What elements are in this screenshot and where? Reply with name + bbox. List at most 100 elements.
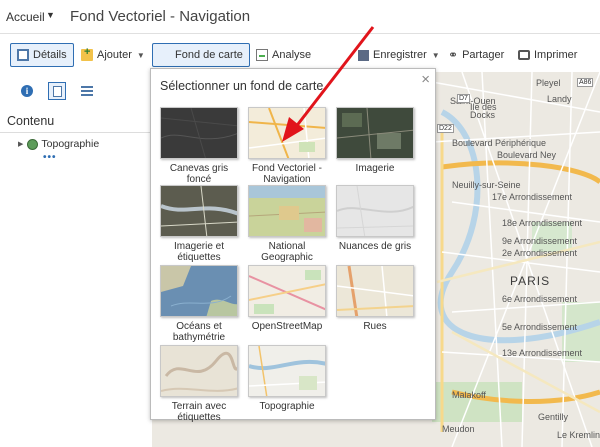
expand-triangle-icon[interactable]: ▶ bbox=[18, 140, 23, 148]
app-header: Accueil ▼ Fond Vectoriel - Navigation bbox=[0, 0, 600, 34]
share-icon: ⚭ bbox=[448, 48, 459, 62]
analysis-button[interactable]: Analyse bbox=[250, 43, 317, 67]
print-button[interactable]: Imprimer bbox=[512, 43, 583, 67]
basemap-terrain-labels[interactable]: Terrain avec étiquettes bbox=[157, 345, 241, 423]
save-button[interactable]: Enregistrer ▼ bbox=[352, 43, 446, 67]
map-label-arr17: 17e Arrondissement bbox=[492, 192, 573, 202]
home-caret-icon[interactable]: ▼ bbox=[46, 10, 55, 20]
basemap-imagery-labels[interactable]: Imagerie et étiquettes bbox=[157, 185, 241, 263]
basemap-label: Nuances de gris bbox=[338, 241, 412, 252]
gallery-title: Sélectionner un fond de carte bbox=[160, 79, 324, 93]
basemap-thumbnail bbox=[248, 185, 326, 237]
add-caret-icon: ▼ bbox=[136, 50, 145, 60]
tab-about[interactable]: i bbox=[12, 80, 42, 102]
map-label-arr18: 18e Arrondissement bbox=[502, 218, 583, 228]
map-label-kremlin: Le Kremlin bbox=[557, 430, 600, 440]
info-icon: i bbox=[21, 85, 33, 97]
add-button[interactable]: Ajouter ▼ bbox=[75, 43, 151, 67]
save-caret-icon: ▼ bbox=[431, 50, 440, 60]
basemap-thumbnail bbox=[248, 345, 326, 397]
basemap-label: Rues bbox=[363, 321, 387, 332]
add-icon bbox=[81, 46, 93, 61]
analysis-icon bbox=[256, 49, 268, 61]
save-icon bbox=[358, 49, 369, 61]
map-label-neuilly: Neuilly-sur-Seine bbox=[452, 180, 521, 190]
map-shield-a86: A86 bbox=[577, 78, 594, 87]
map-label-paris: PARIS bbox=[510, 274, 551, 288]
tab-legend[interactable] bbox=[72, 80, 102, 102]
map-label-malakoff: Malakoff bbox=[452, 390, 486, 400]
map-label-pleyel: Pleyel bbox=[536, 78, 561, 88]
map-label-arr2: 2e Arrondissement bbox=[502, 248, 578, 258]
main-toolbar: Détails Ajouter ▼ Fond de carte Analyse … bbox=[0, 38, 600, 72]
basemap-oceans[interactable]: Océans et bathymétrie bbox=[157, 265, 241, 343]
basemap-label: Canevas gris foncé bbox=[169, 163, 229, 185]
basemap-light-gray[interactable]: Nuances de gris bbox=[333, 185, 417, 252]
details-icon bbox=[17, 49, 29, 61]
details-button[interactable]: Détails bbox=[10, 43, 74, 67]
basemap-icon bbox=[159, 49, 171, 61]
basemap-topographic[interactable]: Topographie bbox=[245, 345, 329, 412]
map-label-boulevard-ney: Boulevard Ney bbox=[497, 150, 557, 160]
details-label: Détails bbox=[33, 49, 67, 61]
print-label: Imprimer bbox=[534, 49, 578, 61]
basemap-label: Imagerie bbox=[355, 163, 395, 174]
map-shield-d7: D7 bbox=[457, 94, 470, 103]
analysis-label: Analyse bbox=[272, 49, 312, 61]
basemap-thumbnail bbox=[160, 185, 238, 237]
layer-more-options-icon[interactable]: ••• bbox=[43, 152, 57, 163]
map-shield-d22: D22 bbox=[437, 124, 454, 133]
basemap-thumbnail bbox=[160, 345, 238, 397]
map-label-meudon: Meudon bbox=[442, 424, 475, 434]
basemap-gallery: Sélectionner un fond de carte × Canevas … bbox=[150, 68, 436, 423]
basemap-imagery[interactable]: Imagerie bbox=[333, 107, 417, 174]
basemap-thumbnail bbox=[160, 265, 238, 317]
basemap-label: Fond Vectoriel - Navigation bbox=[251, 163, 323, 185]
map-title: Fond Vectoriel - Navigation bbox=[70, 8, 251, 25]
map-label-gentilly: Gentilly bbox=[538, 412, 569, 422]
sidebar-tabs: i bbox=[12, 80, 102, 102]
sidebar: i Contenu ▶ Topographie ••• bbox=[0, 72, 152, 447]
basemap-vector-navigation[interactable]: Fond Vectoriel - Navigation bbox=[245, 107, 329, 185]
basemap-label: OpenStreetMap bbox=[251, 321, 323, 332]
basemap-national-geographic[interactable]: National Geographic bbox=[245, 185, 329, 263]
content-title: Contenu bbox=[7, 114, 55, 128]
list-icon bbox=[81, 86, 93, 96]
map-label-arr9: 9e Arrondissement bbox=[502, 236, 578, 246]
basemap-thumbnail bbox=[336, 107, 414, 159]
basemap-label: Terrain avec étiquettes bbox=[171, 401, 227, 423]
basemap-thumbnail bbox=[248, 265, 326, 317]
tab-content[interactable] bbox=[42, 80, 72, 102]
document-icon bbox=[52, 85, 62, 97]
basemap-thumbnail bbox=[160, 107, 238, 159]
basemap-thumbnail bbox=[336, 185, 414, 237]
basemap-layer-icon bbox=[27, 138, 39, 150]
map-label-arr5: 5e Arrondissement bbox=[502, 322, 578, 332]
basemap-label: National Geographic bbox=[261, 241, 313, 263]
layer-label: Topographie bbox=[41, 138, 100, 150]
basemap-label: Imagerie et étiquettes bbox=[173, 241, 225, 263]
map-label-ile-des: Ile des bbox=[470, 102, 497, 112]
home-link[interactable]: Accueil bbox=[6, 10, 45, 24]
basemap-button[interactable]: Fond de carte bbox=[152, 43, 250, 67]
map-label-arr13: 13e Arrondissement bbox=[502, 348, 583, 358]
layer-item[interactable]: ▶ Topographie bbox=[18, 138, 99, 150]
add-label: Ajouter bbox=[97, 49, 132, 61]
basemap-openstreetmap[interactable]: OpenStreetMap bbox=[245, 265, 329, 332]
print-icon bbox=[518, 50, 530, 60]
map-label-boulevard: Boulevard Périphérique bbox=[452, 138, 547, 148]
share-button[interactable]: ⚭ Partager bbox=[442, 43, 510, 67]
map-label-landy: Landy bbox=[547, 94, 572, 104]
divider bbox=[0, 132, 152, 133]
basemap-label: Topographie bbox=[259, 401, 315, 412]
save-label: Enregistrer bbox=[373, 49, 427, 61]
basemap-thumbnail bbox=[336, 265, 414, 317]
map-label-arr6: 6e Arrondissement bbox=[502, 294, 578, 304]
close-icon[interactable]: × bbox=[421, 72, 430, 87]
basemap-thumbnail bbox=[248, 107, 326, 159]
basemap-label: Océans et bathymétrie bbox=[172, 321, 226, 343]
basemap-dark-gray-canvas[interactable]: Canevas gris foncé bbox=[157, 107, 241, 185]
basemap-label: Fond de carte bbox=[175, 49, 243, 61]
share-label: Partager bbox=[462, 49, 505, 61]
basemap-streets[interactable]: Rues bbox=[333, 265, 417, 332]
